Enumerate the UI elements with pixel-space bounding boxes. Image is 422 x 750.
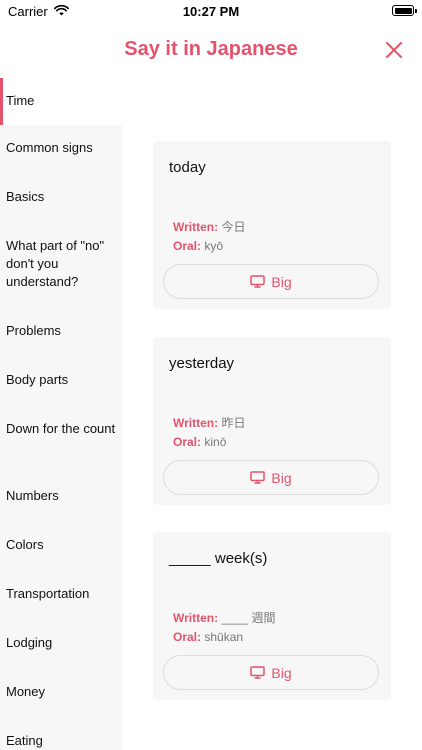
- sidebar-item-label: Basics: [6, 189, 45, 204]
- written-label: Written:: [173, 416, 219, 430]
- page-title: Say it in Japanese: [124, 38, 298, 60]
- sidebar-item-label: What part of "no" don't you understand?: [6, 238, 105, 289]
- category-sidebar: Time Common signs Basics What part of "n…: [0, 78, 122, 750]
- sidebar-item-label: Common signs: [6, 140, 93, 155]
- phrase-text: today: [169, 159, 206, 176]
- close-button[interactable]: [380, 36, 408, 64]
- clock: 10:27 PM: [182, 4, 240, 19]
- monitor-icon: [250, 471, 266, 484]
- sidebar-item-label: Body parts: [6, 372, 69, 387]
- sidebar-item-label: Lodging: [6, 635, 53, 650]
- phrase-list: today Written: 今日 Oral: kyō Big yesterda…: [122, 78, 422, 750]
- written-row: Written: ____ 週間: [173, 609, 275, 626]
- written-row: Written: 昨日: [173, 414, 245, 431]
- big-button-label: Big: [271, 469, 292, 486]
- status-bar: Carrier 10:27 PM: [0, 0, 422, 24]
- sidebar-item-body-parts[interactable]: Body parts: [0, 357, 122, 406]
- big-button[interactable]: Big: [163, 460, 379, 495]
- written-value: 昨日: [221, 416, 246, 430]
- big-button[interactable]: Big: [163, 264, 379, 299]
- oral-row: Oral: kinō: [173, 435, 226, 449]
- oral-value: kyō: [204, 239, 224, 253]
- sidebar-item-label: Time: [6, 93, 35, 108]
- sidebar-item-eating[interactable]: Eating: [0, 718, 122, 750]
- oral-label: Oral:: [173, 630, 202, 644]
- sidebar-item-problems[interactable]: Problems: [0, 308, 122, 357]
- sidebar-item-common-signs[interactable]: Common signs: [0, 125, 122, 174]
- written-value: ____ 週間: [221, 611, 276, 625]
- oral-value: kinō: [204, 435, 227, 449]
- monitor-icon: [250, 666, 266, 679]
- written-value: 今日: [221, 220, 246, 234]
- oral-row: Oral: kyō: [173, 239, 223, 253]
- phrase-card: today Written: 今日 Oral: kyō Big: [153, 141, 391, 309]
- monitor-icon: [250, 275, 266, 288]
- sidebar-item-label: Transportation: [6, 586, 90, 601]
- big-button[interactable]: Big: [163, 655, 379, 690]
- phrase-card: _____ week(s) Written: ____ 週間 Oral: shū…: [153, 532, 391, 700]
- big-button-label: Big: [271, 664, 292, 681]
- sidebar-item-colors[interactable]: Colors: [0, 522, 122, 571]
- sidebar-item-label: Down for the count: [6, 421, 116, 436]
- written-label: Written:: [173, 611, 219, 625]
- phrase-text: _____ week(s): [169, 550, 268, 567]
- close-icon: [386, 42, 402, 58]
- sidebar-item-label: Numbers: [6, 488, 59, 503]
- oral-label: Oral:: [173, 435, 202, 449]
- sidebar-item-label: Problems: [6, 323, 61, 338]
- sidebar-item-label: Eating: [6, 733, 43, 748]
- oral-value: shūkan: [204, 630, 244, 644]
- sidebar-item-numbers[interactable]: Numbers: [0, 473, 122, 522]
- sidebar-item-lodging[interactable]: Lodging: [0, 620, 122, 669]
- nav-header: Say it in Japanese: [0, 24, 422, 78]
- phrase-card: yesterday Written: 昨日 Oral: kinō Big: [153, 337, 391, 505]
- oral-label: Oral:: [173, 239, 202, 253]
- battery-icon: [392, 5, 417, 16]
- written-row: Written: 今日: [173, 218, 245, 235]
- sidebar-item-down-for-the-count[interactable]: Down for the count: [0, 406, 122, 473]
- oral-row: Oral: shūkan: [173, 630, 243, 644]
- sidebar-item-time[interactable]: Time: [0, 78, 122, 125]
- sidebar-item-transportation[interactable]: Transportation: [0, 571, 122, 620]
- sidebar-item-what-part-of-no[interactable]: What part of "no" don't you understand?: [0, 223, 122, 308]
- sidebar-item-money[interactable]: Money: [0, 669, 122, 718]
- sidebar-item-basics[interactable]: Basics: [0, 174, 122, 223]
- sidebar-item-label: Colors: [6, 537, 44, 552]
- active-indicator: [0, 78, 3, 125]
- sidebar-item-label: Money: [6, 684, 46, 699]
- written-label: Written:: [173, 220, 219, 234]
- big-button-label: Big: [271, 273, 292, 290]
- phrase-text: yesterday: [169, 355, 235, 372]
